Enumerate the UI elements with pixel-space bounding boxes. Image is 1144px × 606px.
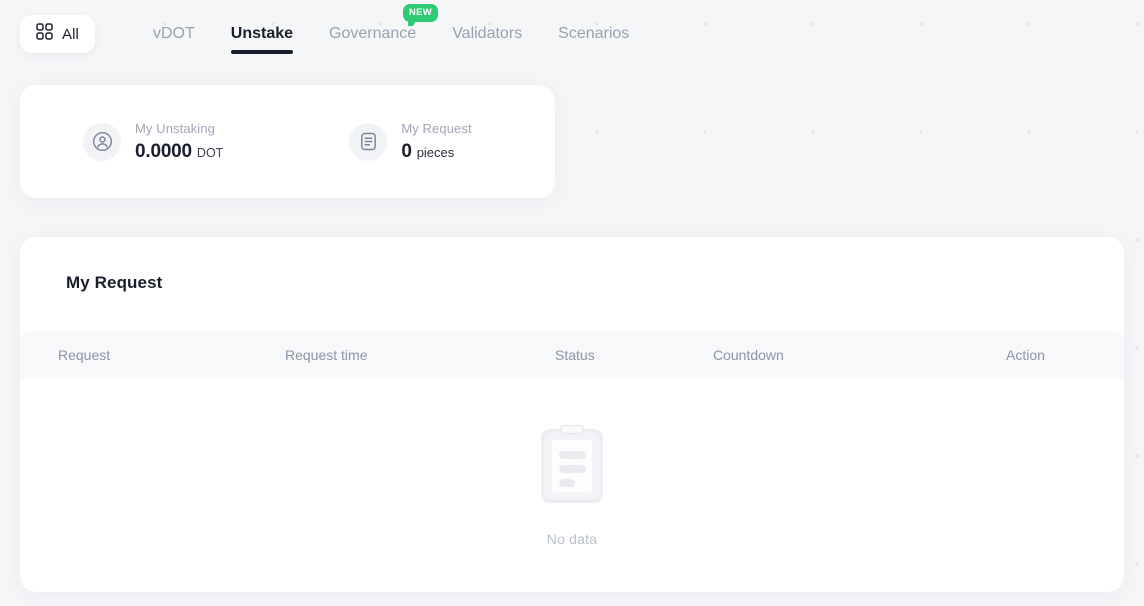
empty-clipboard-icon	[540, 424, 604, 511]
column-header-request-time: Request time	[285, 346, 368, 363]
stat-my-request: My Request 0 pieces	[349, 121, 472, 163]
user-circle-icon	[83, 122, 121, 161]
tab-scenarios-label: Scenarios	[558, 25, 630, 42]
grid-icon	[36, 23, 53, 45]
summary-card: My Unstaking 0.0000 DOT My Request 0 pie…	[20, 85, 555, 198]
empty-state: No data	[20, 378, 1124, 592]
document-list-icon	[349, 122, 388, 161]
stat-my-unstaking: My Unstaking 0.0000 DOT	[83, 121, 223, 163]
stat-my-request-unit: pieces	[416, 144, 455, 160]
tab-vdot[interactable]: vDOT	[135, 10, 213, 58]
stat-my-unstaking-label: My Unstaking	[135, 120, 215, 136]
tab-unstake[interactable]: Unstake	[213, 10, 311, 58]
stat-my-unstaking-unit: DOT	[196, 145, 224, 160]
stat-my-request-value-row: 0 pieces	[401, 141, 471, 163]
tab-bar: vDOT Unstake Governance NEW Validators S…	[135, 4, 647, 58]
tab-unstake-label: Unstake	[230, 25, 294, 42]
tab-vdot-label: vDOT	[152, 25, 195, 42]
table-header-row: Request Request time Status Countdown Ac…	[20, 331, 1124, 378]
stat-my-unstaking-text: My Unstaking 0.0000 DOT	[135, 121, 223, 163]
column-header-countdown: Countdown	[713, 346, 784, 363]
tab-governance-label: Governance	[329, 25, 417, 42]
stat-my-request-text: My Request 0 pieces	[401, 121, 471, 163]
tab-scenarios[interactable]: Scenarios	[540, 10, 647, 58]
column-header-action: Action	[1006, 346, 1045, 363]
tab-validators-label: Validators	[452, 25, 523, 42]
column-header-status: Status	[555, 346, 595, 363]
stat-my-unstaking-value-row: 0.0000 DOT	[135, 141, 223, 163]
stat-my-request-value: 0	[401, 140, 412, 162]
all-filter-label: All	[62, 25, 79, 43]
page-title: My Request	[66, 273, 163, 292]
new-badge: NEW	[402, 4, 439, 25]
tab-validators[interactable]: Validators	[434, 10, 540, 58]
stat-my-unstaking-value: 0.0000	[135, 140, 192, 162]
my-request-table-card: My Request Request Request time Status C…	[20, 237, 1124, 592]
all-filter-button[interactable]: All	[20, 15, 95, 53]
stat-my-request-label: My Request	[401, 120, 472, 136]
column-header-request: Request	[58, 346, 111, 363]
tab-governance[interactable]: Governance NEW	[311, 4, 439, 58]
empty-state-text: No data	[546, 530, 598, 547]
top-navigation: All vDOT Unstake Governance NEW Validato…	[0, 0, 1144, 68]
